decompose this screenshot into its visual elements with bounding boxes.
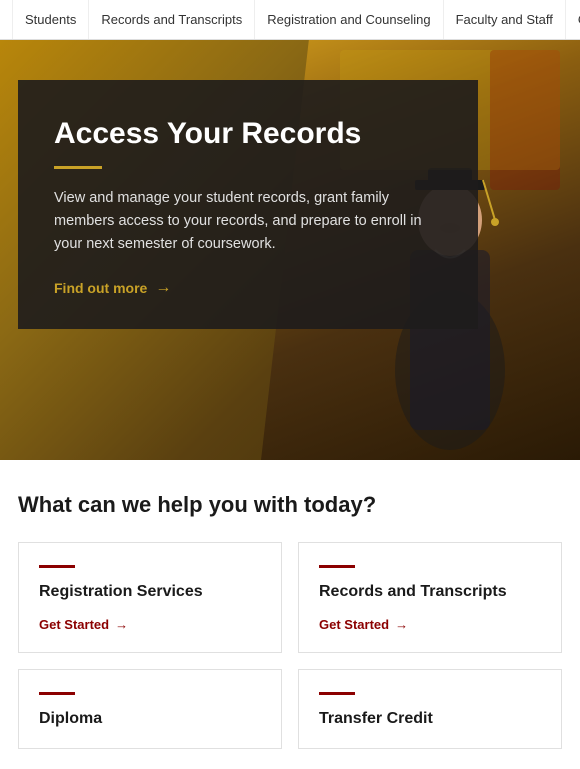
card-accent-bar-2 xyxy=(319,565,355,568)
hero-divider xyxy=(54,166,102,169)
card-diploma[interactable]: Diploma xyxy=(18,669,282,749)
card-registration-services[interactable]: Registration Services Get Started → xyxy=(18,542,282,653)
card-registration-title: Registration Services xyxy=(39,582,261,603)
hero-find-out-more-link[interactable]: Find out more → xyxy=(54,279,442,297)
cards-bottom-grid: Diploma Transfer Credit xyxy=(18,669,562,749)
card-transfer-credit-title: Transfer Credit xyxy=(319,709,541,730)
find-out-more-label: Find out more xyxy=(54,280,147,296)
card-registration-link[interactable]: Get Started → xyxy=(39,617,261,632)
card-accent-bar-4 xyxy=(319,692,355,695)
hero-section: Access Your Records View and manage your… xyxy=(0,40,580,460)
arrow-right-icon: → xyxy=(155,279,171,297)
card-transfer-credit[interactable]: Transfer Credit xyxy=(298,669,562,749)
get-started-label-1: Get Started xyxy=(39,617,109,632)
get-started-label-2: Get Started xyxy=(319,617,389,632)
nav-item-oasis[interactable]: OASIS xyxy=(566,0,580,39)
arrow-right-icon-2: → xyxy=(395,617,408,632)
nav-item-faculty-staff[interactable]: Faculty and Staff xyxy=(444,0,566,39)
nav-item-students[interactable]: Students xyxy=(12,0,89,39)
hero-content-box: Access Your Records View and manage your… xyxy=(18,80,478,329)
main-navigation: Students Records and Transcripts Registr… xyxy=(0,0,580,40)
arrow-right-icon-1: → xyxy=(115,617,128,632)
cards-grid: Registration Services Get Started → Reco… xyxy=(18,542,562,653)
nav-item-registration-counseling[interactable]: Registration and Counseling xyxy=(255,0,443,39)
card-accent-bar xyxy=(39,565,75,568)
card-records-title: Records and Transcripts xyxy=(319,582,541,603)
card-records-transcripts[interactable]: Records and Transcripts Get Started → xyxy=(298,542,562,653)
nav-item-records-transcripts[interactable]: Records and Transcripts xyxy=(89,0,255,39)
hero-title: Access Your Records xyxy=(54,116,442,152)
hero-description: View and manage your student records, gr… xyxy=(54,187,442,257)
section-heading: What can we help you with today? xyxy=(18,492,562,518)
card-records-link[interactable]: Get Started → xyxy=(319,617,541,632)
card-accent-bar-3 xyxy=(39,692,75,695)
help-section: What can we help you with today? Registr… xyxy=(0,460,580,769)
card-diploma-title: Diploma xyxy=(39,709,261,730)
